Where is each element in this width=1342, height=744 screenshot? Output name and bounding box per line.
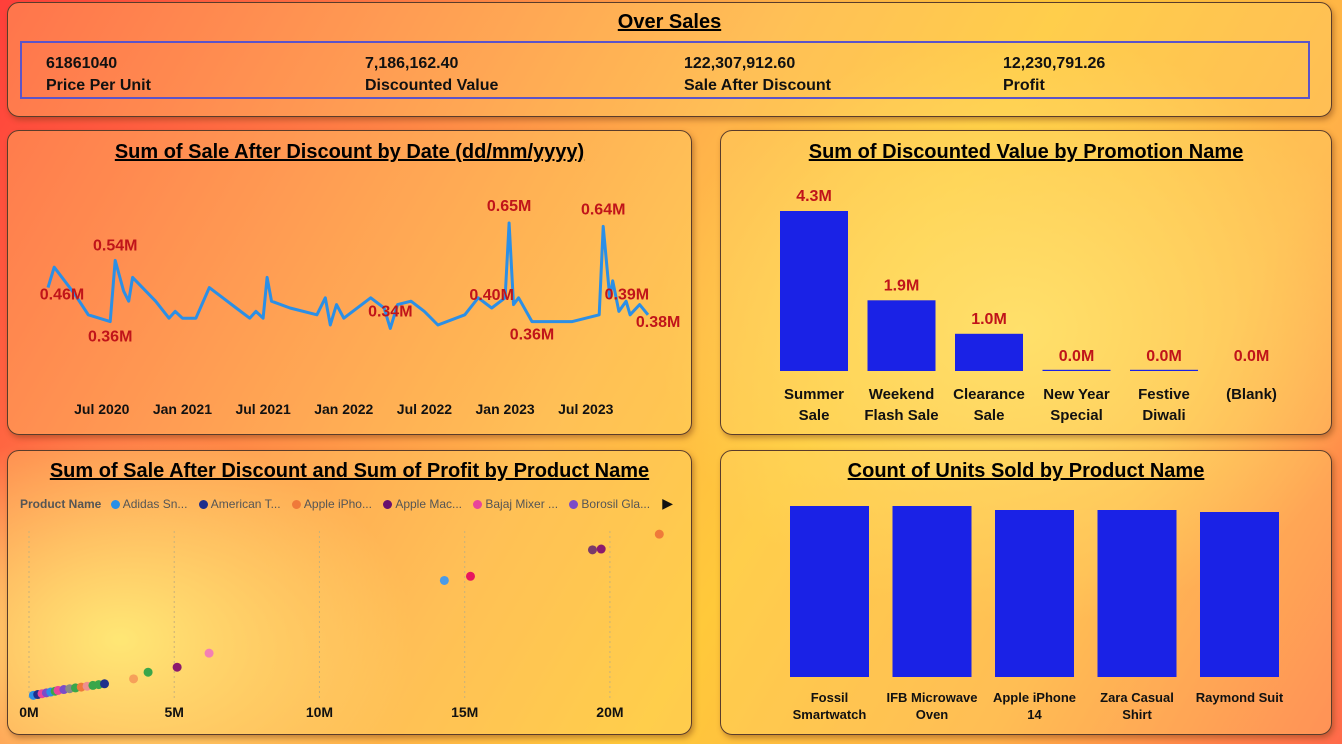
units-bar bbox=[892, 506, 972, 677]
scatter-point bbox=[465, 571, 475, 581]
line-data-label: 0.40M bbox=[469, 287, 513, 304]
x-tick-label: 15M bbox=[451, 704, 478, 720]
promo-category-label: (Blank) bbox=[1226, 386, 1277, 403]
promo-bar-chart[interactable]: 4.3M Summer Sale 1.9M Weekend Flash Sale 1.0M C… bbox=[721, 131, 1333, 436]
scatter-point bbox=[172, 662, 182, 672]
x-tick-label: 5M bbox=[165, 704, 184, 720]
scatter-point bbox=[100, 679, 110, 689]
kpi-label: Price Per Unit bbox=[46, 77, 151, 94]
kpi-sale-after-discount: 122,307,912.60 Sale After Discount bbox=[684, 53, 831, 97]
scatter-point bbox=[129, 674, 139, 684]
scatter-point bbox=[654, 529, 664, 539]
line-chart-card[interactable]: Sum of Sale After Discount by Date (dd/m… bbox=[7, 130, 692, 435]
line-data-label: 0.36M bbox=[510, 327, 554, 344]
units-bar bbox=[1200, 512, 1279, 677]
x-tick-label: Jan 2023 bbox=[476, 401, 535, 417]
overview-title: Over Sales bbox=[617, 11, 722, 33]
units-bar-chart[interactable]: Fossil Smartwatch IFB Microwave Oven Apple i… bbox=[721, 451, 1333, 736]
promo-data-label: 4.3M bbox=[796, 188, 832, 205]
promo-bar bbox=[955, 333, 1023, 371]
promo-category-label: Diwali bbox=[1142, 407, 1185, 424]
promo-data-label: 0.0M bbox=[1059, 348, 1095, 365]
scatter-point bbox=[596, 544, 606, 554]
x-tick-label: Jul 2022 bbox=[397, 401, 452, 417]
kpi-value: 122,307,912.60 bbox=[684, 55, 796, 72]
promo-category-label: Sale bbox=[799, 407, 830, 424]
promo-category-label: Festive bbox=[1138, 386, 1190, 403]
units-category-label: 14 bbox=[1027, 707, 1042, 722]
units-chart-card[interactable]: Count of Units Sold by Product Name Foss… bbox=[720, 450, 1332, 735]
x-tick-label: 10M bbox=[306, 704, 333, 720]
promo-bar bbox=[1042, 369, 1111, 371]
promo-data-label: 0.0M bbox=[1234, 348, 1270, 365]
units-category-label: Shirt bbox=[1122, 707, 1152, 722]
units-category-label: Apple iPhone bbox=[993, 690, 1076, 705]
line-data-label: 0.38M bbox=[636, 314, 680, 331]
units-category-label: IFB Microwave bbox=[886, 690, 977, 705]
promo-category-label: New Year bbox=[1043, 386, 1110, 403]
kpi-discounted-value: 7,186,162.40 Discounted Value bbox=[365, 53, 498, 97]
scatter-chart[interactable]: 0M 5M 10M 15M 20M bbox=[8, 451, 693, 736]
promo-data-label: 1.9M bbox=[884, 277, 920, 294]
promo-category-label: Summer bbox=[784, 386, 844, 403]
line-data-label: 0.64M bbox=[581, 201, 625, 218]
promo-bar bbox=[780, 211, 848, 371]
scatter-point bbox=[143, 667, 153, 677]
kpi-box: 61861040 Price Per Unit 7,186,162.40 Dis… bbox=[20, 41, 1310, 99]
x-tick-label: Jul 2021 bbox=[235, 401, 290, 417]
kpi-label: Discounted Value bbox=[365, 77, 499, 94]
promo-data-label: 1.0M bbox=[971, 311, 1007, 328]
x-tick-label: Jan 2021 bbox=[153, 401, 212, 417]
scatter-point bbox=[587, 545, 597, 555]
line-data-label: 0.34M bbox=[368, 303, 412, 320]
promo-category-label: Flash Sale bbox=[864, 407, 938, 424]
kpi-profit: 12,230,791.26 Profit bbox=[1003, 53, 1105, 97]
promo-bar bbox=[1130, 369, 1198, 371]
kpi-price-per-unit: 61861040 Price Per Unit bbox=[46, 53, 151, 97]
kpi-label: Profit bbox=[1003, 77, 1045, 94]
line-data-label: 0.54M bbox=[93, 237, 137, 254]
line-data-label: 0.65M bbox=[487, 198, 531, 215]
units-category-label: Oven bbox=[916, 707, 949, 722]
promo-category-label: Special bbox=[1050, 407, 1103, 424]
units-bar bbox=[995, 510, 1074, 677]
promo-data-label: 0.0M bbox=[1146, 348, 1182, 365]
sales-line bbox=[46, 221, 650, 330]
overview-card: Over Sales 61861040 Price Per Unit 7,186… bbox=[7, 2, 1332, 117]
scatter-point bbox=[439, 575, 449, 585]
scatter-point bbox=[204, 648, 214, 658]
x-tick-label: 20M bbox=[596, 704, 623, 720]
units-bar bbox=[790, 506, 869, 677]
promo-chart-card[interactable]: Sum of Discounted Value by Promotion Nam… bbox=[720, 130, 1332, 435]
kpi-value: 12,230,791.26 bbox=[1003, 55, 1106, 72]
x-tick-label: Jul 2023 bbox=[558, 401, 613, 417]
x-tick-label: 0M bbox=[19, 704, 38, 720]
promo-bar bbox=[867, 300, 936, 371]
kpi-value: 7,186,162.40 bbox=[365, 55, 459, 72]
kpi-value: 61861040 bbox=[46, 55, 118, 72]
scatter-chart-card[interactable]: Sum of Sale After Discount and Sum of Pr… bbox=[7, 450, 692, 735]
promo-category-label: Weekend bbox=[869, 386, 935, 403]
promo-category-label: Clearance bbox=[953, 386, 1025, 403]
promo-category-label: Sale bbox=[974, 407, 1005, 424]
x-tick-label: Jan 2022 bbox=[314, 401, 373, 417]
line-chart[interactable]: Jul 2020 Jan 2021 Jul 2021 Jan 2022 Jul 2022… bbox=[8, 131, 693, 436]
kpi-label: Sale After Discount bbox=[684, 77, 831, 94]
units-category-label: Raymond Suit bbox=[1196, 690, 1284, 705]
units-category-label: Zara Casual bbox=[1100, 690, 1174, 705]
line-data-label: 0.39M bbox=[605, 286, 649, 303]
units-category-label: Smartwatch bbox=[793, 707, 867, 722]
units-bar bbox=[1097, 510, 1177, 677]
units-category-label: Fossil bbox=[811, 690, 849, 705]
line-data-label: 0.36M bbox=[88, 329, 132, 346]
x-tick-label: Jul 2020 bbox=[74, 401, 129, 417]
line-data-label: 0.46M bbox=[40, 287, 84, 304]
